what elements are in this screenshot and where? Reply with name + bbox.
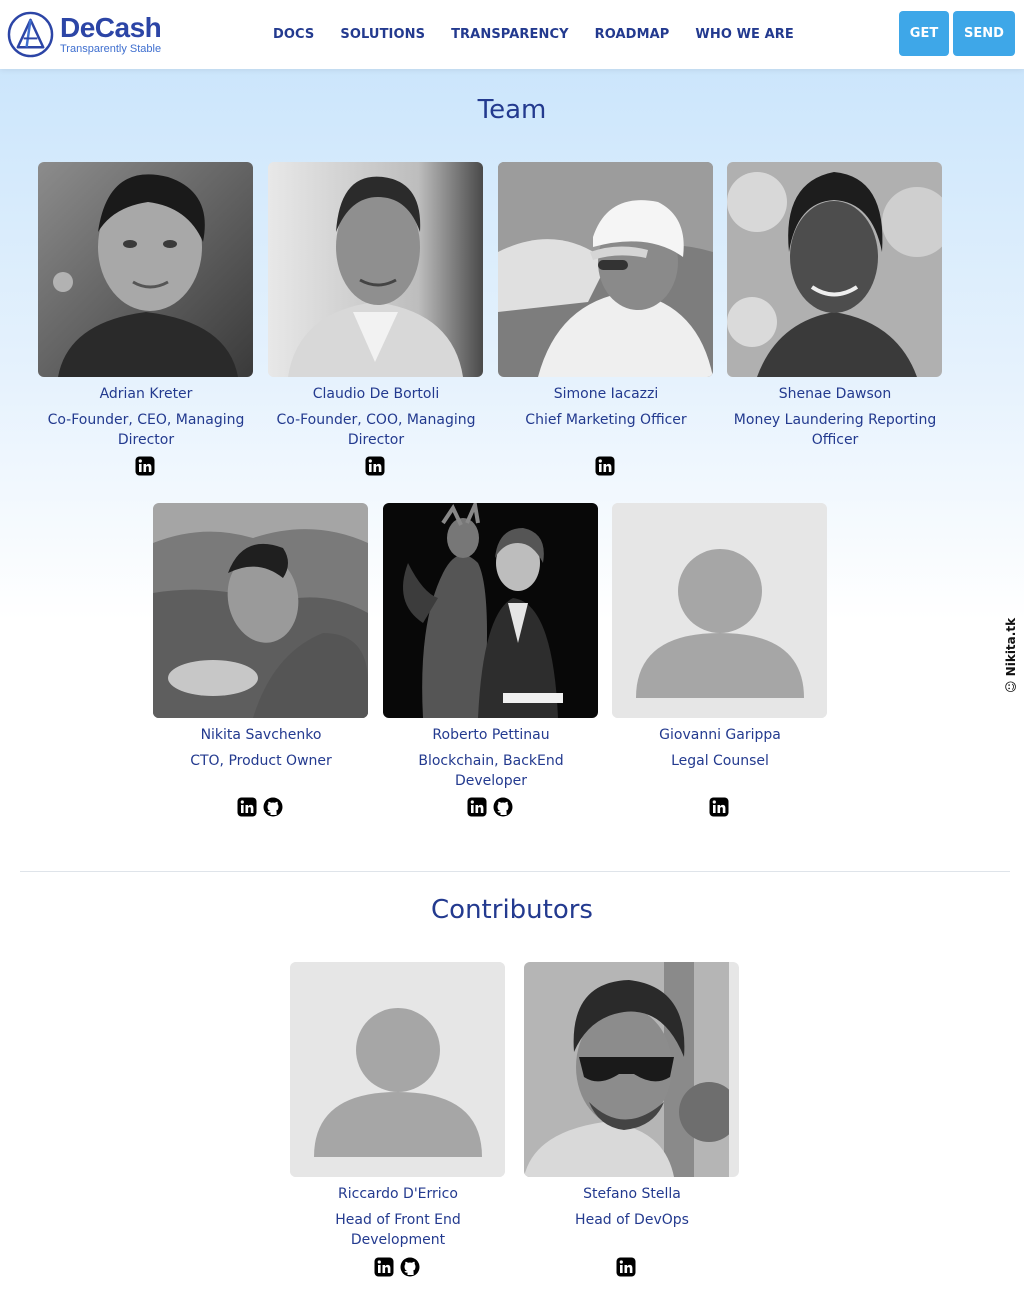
member-photo: [38, 162, 253, 377]
team-card: Giovanni Garippa Legal Counsel: [612, 503, 828, 771]
member-social-links: [37, 456, 253, 476]
member-name: Adrian Kreter: [99, 386, 193, 402]
member-photo-placeholder: [612, 503, 827, 718]
member-photo-placeholder: [290, 962, 505, 1177]
team-card: Nikita Savchenko CTO, Product Owner: [153, 503, 369, 771]
contributor-card: Riccardo D'Errico Head of Front End Deve…: [290, 962, 506, 1250]
team-card: Claudio De Bortoli Co-Founder, COO, Mana…: [268, 162, 484, 450]
team-card: Shenae Dawson Money Laundering Reporting…: [727, 162, 943, 450]
team-card: Adrian Kreter Co-Founder, CEO, Managing …: [38, 162, 254, 450]
member-role: Blockchain, BackEnd Developer: [418, 753, 564, 789]
github-icon[interactable]: [400, 1257, 420, 1277]
nav-transparency[interactable]: TRANSPARENCY: [451, 27, 569, 42]
svg-text:☺ Nikita.tk: ☺ Nikita.tk: [1004, 617, 1018, 693]
member-social-links: [611, 797, 827, 817]
member-photo: [524, 962, 739, 1177]
member-photo: [727, 162, 942, 377]
member-name: Claudio De Bortoli: [312, 386, 440, 402]
member-role: Co-Founder, CEO, Managing Director: [47, 412, 245, 448]
member-name: Roberto Pettinau: [432, 727, 550, 743]
member-photo: [498, 162, 713, 377]
member-role: Chief Marketing Officer: [525, 412, 687, 428]
linkedin-icon[interactable]: [365, 456, 385, 476]
linkedin-icon[interactable]: [709, 797, 729, 817]
get-button[interactable]: GET: [899, 11, 949, 56]
contributor-card: Stefano Stella Head of DevOps: [524, 962, 740, 1230]
member-photo: [383, 503, 598, 718]
linkedin-icon[interactable]: [135, 456, 155, 476]
nav-docs[interactable]: DOCS: [273, 27, 314, 42]
brand-tagline: Transparently Stable: [60, 42, 162, 55]
linkedin-icon[interactable]: [237, 797, 257, 817]
decash-logo-icon: [7, 11, 54, 57]
member-name: Giovanni Garippa: [659, 727, 781, 743]
contributors-section-title: Contributors: [431, 895, 593, 925]
member-name: Simone Iacazzi: [553, 386, 659, 402]
brand-logo[interactable]: DeCash Transparently Stable: [7, 10, 162, 58]
linkedin-icon[interactable]: [374, 1257, 394, 1277]
member-role: CTO, Product Owner: [190, 753, 332, 769]
member-role: Head of Front End Development: [335, 1212, 461, 1248]
team-card: Roberto Pettinau Blockchain, BackEnd Dev…: [383, 503, 599, 791]
avatar-placeholder-icon: [612, 503, 827, 718]
member-role: Money Laundering Reporting Officer: [733, 412, 937, 448]
linkedin-icon[interactable]: [595, 456, 615, 476]
member-photo: [153, 503, 368, 718]
nav-who-we-are[interactable]: WHO WE ARE: [695, 27, 794, 42]
member-name: Shenae Dawson: [778, 386, 892, 402]
member-role: Legal Counsel: [671, 753, 769, 769]
team-section-title: Team: [477, 95, 547, 125]
member-social-links: [518, 1257, 734, 1277]
github-icon[interactable]: [263, 797, 283, 817]
member-name: Riccardo D'Errico: [338, 1186, 458, 1202]
member-social-links: [152, 797, 368, 817]
member-social-links: [289, 1257, 505, 1277]
section-divider: [20, 871, 1010, 872]
nikita-watermark-logo: ☺ Nikita.tk: [1004, 617, 1018, 693]
linkedin-icon[interactable]: [616, 1257, 636, 1277]
member-name: Stefano Stella: [583, 1186, 681, 1202]
brand-name: DeCash: [60, 11, 162, 43]
member-social-links: [267, 456, 483, 476]
member-name: Nikita Savchenko: [200, 727, 322, 743]
member-role: Head of DevOps: [575, 1212, 689, 1228]
github-icon[interactable]: [493, 797, 513, 817]
member-social-links: [497, 456, 713, 476]
site-header: DeCash Transparently Stable DOCS SOLUTIO…: [0, 0, 1024, 69]
nav-solutions[interactable]: SOLUTIONS: [340, 27, 425, 42]
linkedin-icon[interactable]: [467, 797, 487, 817]
main-nav: DOCS SOLUTIONS TRANSPARENCY ROADMAP WHO …: [273, 0, 820, 69]
member-role: Co-Founder, COO, Managing Director: [276, 412, 476, 448]
team-card: Simone Iacazzi Chief Marketing Officer: [498, 162, 714, 430]
member-social-links: [382, 797, 598, 817]
avatar-placeholder-icon: [290, 962, 505, 1177]
send-button[interactable]: SEND: [953, 11, 1015, 56]
member-photo: [268, 162, 483, 377]
nav-roadmap[interactable]: ROADMAP: [595, 27, 670, 42]
